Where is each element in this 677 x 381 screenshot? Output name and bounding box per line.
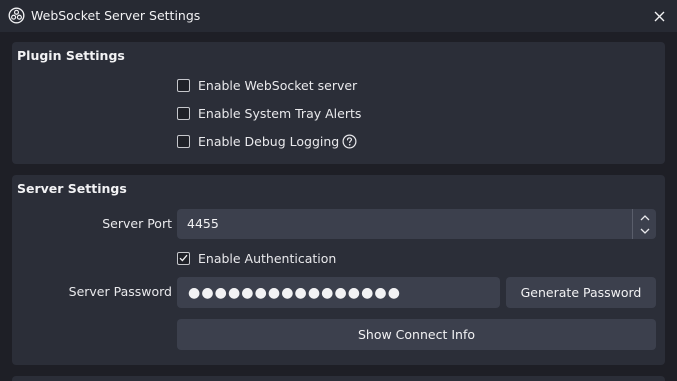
port-increment-button[interactable]	[634, 210, 656, 224]
server-password-label: Server Password	[68, 284, 172, 299]
enable-debug-logging-label: Enable Debug Logging	[198, 133, 340, 149]
plugin-settings-title: Plugin Settings	[17, 48, 125, 63]
checkmark-icon	[179, 254, 188, 262]
enable-websocket-server-checkbox[interactable]	[177, 78, 190, 92]
obs-logo-icon	[8, 7, 25, 24]
close-icon	[654, 11, 664, 21]
server-port-label: Server Port	[102, 216, 172, 231]
enable-websocket-server-row[interactable]: Enable WebSocket server	[177, 76, 357, 94]
enable-tray-alerts-checkbox[interactable]	[177, 106, 190, 120]
server-port-value: 4455	[187, 216, 219, 231]
enable-websocket-server-label: Enable WebSocket server	[198, 77, 358, 93]
generate-password-button[interactable]: Generate Password	[506, 277, 656, 308]
chevron-up-icon	[640, 214, 650, 220]
window-title: WebSocket Server Settings	[31, 8, 201, 23]
enable-authentication-row[interactable]: Enable Authentication	[177, 249, 336, 267]
enable-debug-logging-checkbox[interactable]	[177, 134, 190, 148]
spin-divider	[632, 209, 633, 239]
help-circle-icon[interactable]	[342, 134, 357, 149]
port-decrement-button[interactable]	[634, 224, 656, 238]
plugin-settings-group: Plugin Settings Enable WebSocket server …	[12, 42, 665, 164]
close-button[interactable]	[647, 4, 671, 28]
next-settings-group	[12, 376, 665, 381]
enable-tray-alerts-row[interactable]: Enable System Tray Alerts	[177, 104, 361, 122]
enable-tray-alerts-label: Enable System Tray Alerts	[198, 105, 362, 121]
enable-authentication-checkbox[interactable]	[177, 251, 190, 265]
show-connect-info-button[interactable]: Show Connect Info	[177, 319, 656, 350]
websocket-settings-window: WebSocket Server Settings Plugin Setting…	[0, 0, 677, 381]
enable-debug-logging-row[interactable]: Enable Debug Logging	[177, 132, 357, 150]
title-bar: WebSocket Server Settings	[0, 0, 677, 32]
server-port-spinbox[interactable]: 4455	[177, 209, 656, 239]
enable-authentication-label: Enable Authentication	[198, 250, 337, 266]
server-password-field[interactable]: ●●●●●●●●●●●●●●●●	[177, 277, 500, 308]
server-settings-group: Server Settings Server Port 4455 Enable …	[12, 175, 665, 365]
server-password-masked-value: ●●●●●●●●●●●●●●●●	[188, 285, 402, 301]
chevron-down-icon	[640, 228, 650, 234]
server-settings-title: Server Settings	[17, 181, 127, 196]
